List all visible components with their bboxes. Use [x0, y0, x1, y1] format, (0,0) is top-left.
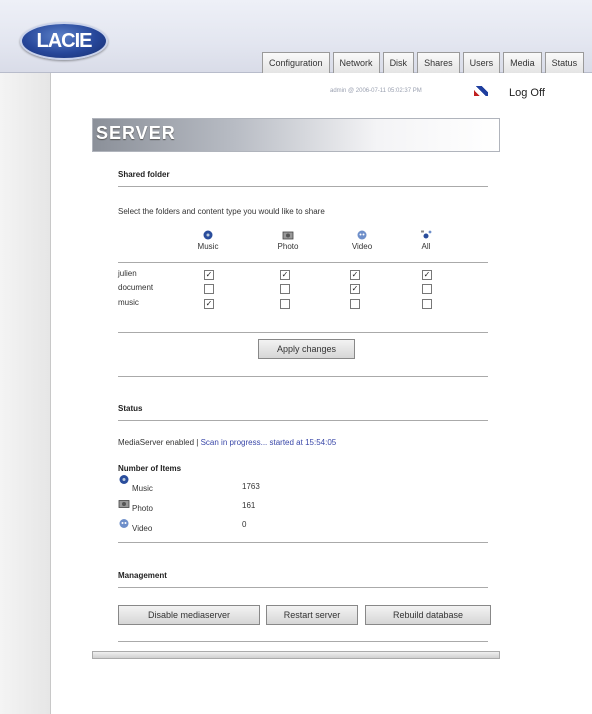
left-sidebar-strip — [0, 73, 51, 714]
item-count: 161 — [242, 501, 256, 510]
tab-status[interactable]: Status — [544, 52, 585, 73]
video-icon — [119, 519, 129, 528]
rebuild-database-button[interactable]: Rebuild database — [365, 605, 491, 625]
share-checkbox-document-all[interactable] — [422, 284, 432, 294]
disable-mediaserver-button[interactable]: Disable mediaserver — [118, 605, 260, 625]
music-icon — [119, 475, 129, 484]
number-of-items-heading: Number of Items — [118, 464, 182, 473]
item-count: 1763 — [242, 482, 260, 491]
share-checkbox-julien-music[interactable]: ✓ — [204, 270, 214, 280]
share-checkbox-julien-video[interactable]: ✓ — [350, 270, 360, 280]
column-video: Video — [342, 230, 382, 251]
status-heading: Status — [118, 404, 143, 413]
divider — [118, 332, 488, 333]
divider — [118, 262, 488, 263]
page-title: SERVER — [96, 123, 176, 143]
shared-folder-heading: Shared folder — [118, 170, 170, 179]
server-panel: SERVER Shared folder Select the folders … — [92, 118, 500, 671]
management-heading: Management — [118, 571, 167, 580]
all-media-icon — [421, 230, 432, 239]
tab-disk[interactable]: Disk — [382, 52, 415, 73]
folder-name: document — [118, 283, 154, 292]
share-checkbox-julien-photo[interactable]: ✓ — [280, 270, 290, 280]
item-label: Music — [132, 484, 153, 493]
photo-icon — [118, 500, 130, 508]
session-info: admin @ 2006-07-11 05:02:37 PM — [330, 88, 422, 94]
share-checkbox-document-photo[interactable] — [280, 284, 290, 294]
divider — [118, 420, 488, 421]
folder-name: music — [118, 298, 139, 307]
video-icon — [357, 230, 367, 240]
main-tabs: Configuration Network Disk Shares Users … — [262, 52, 585, 73]
share-checkbox-julien-all[interactable]: ✓ — [422, 270, 432, 280]
tab-network[interactable]: Network — [332, 52, 380, 73]
tab-media[interactable]: Media — [503, 52, 542, 73]
server-state-text: MediaServer enabled | — [118, 438, 201, 447]
share-checkbox-music-all[interactable] — [422, 299, 432, 309]
divider — [118, 641, 488, 642]
item-label: Photo — [132, 504, 153, 513]
scan-progress-link[interactable]: Scan in progress... started at 15:54:05 — [201, 438, 337, 447]
status-line: MediaServer enabled | Scan in progress..… — [118, 438, 336, 447]
item-label: Video — [132, 524, 153, 533]
panel-footer — [92, 651, 500, 659]
tab-users[interactable]: Users — [462, 52, 501, 73]
language-flag-icon[interactable] — [474, 86, 488, 96]
lacie-logo[interactable]: LACIE — [20, 22, 108, 60]
divider — [118, 587, 488, 588]
column-all: All — [406, 230, 446, 251]
item-count: 0 — [242, 520, 247, 529]
apply-changes-button[interactable]: Apply changes — [258, 339, 355, 359]
divider — [118, 186, 488, 187]
tab-configuration[interactable]: Configuration — [262, 52, 330, 73]
share-checkbox-document-music[interactable] — [204, 284, 214, 294]
restart-server-button[interactable]: Restart server — [266, 605, 358, 625]
photo-icon — [282, 231, 294, 240]
divider — [118, 376, 488, 377]
share-checkbox-document-video[interactable]: ✓ — [350, 284, 360, 294]
logoff-link[interactable]: Log Off — [509, 87, 545, 99]
share-checkbox-music-video[interactable] — [350, 299, 360, 309]
music-icon — [203, 230, 213, 240]
divider — [118, 542, 488, 543]
share-instruction: Select the folders and content type you … — [118, 207, 325, 216]
share-checkbox-music-music[interactable]: ✓ — [204, 299, 214, 309]
column-music: Music — [188, 230, 228, 251]
panel-titlebar: SERVER — [92, 118, 500, 152]
share-checkbox-music-photo[interactable] — [280, 299, 290, 309]
column-photo: Photo — [268, 230, 308, 251]
header-bar: LACIE Configuration Network Disk Shares … — [0, 0, 592, 73]
folder-name: julien — [118, 269, 137, 278]
tab-shares[interactable]: Shares — [417, 52, 460, 73]
